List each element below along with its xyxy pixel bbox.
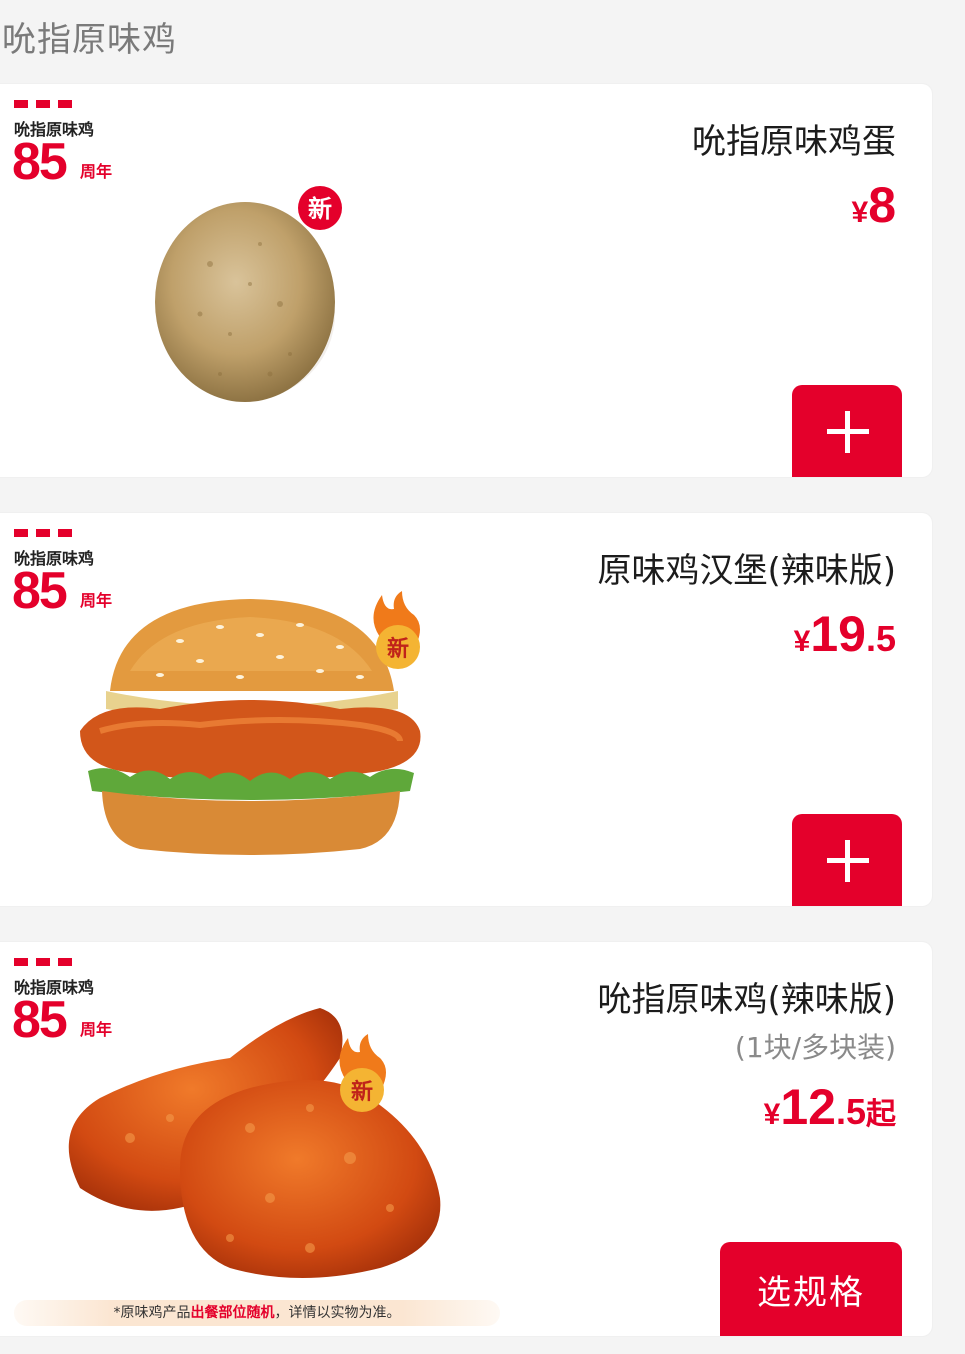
new-tag: 新 bbox=[308, 195, 332, 223]
add-to-cart-button[interactable] bbox=[792, 814, 902, 906]
disclaimer-note: *原味鸡产品出餐部位随机，详情以实物为准。 bbox=[14, 1300, 500, 1326]
product-price: ¥12.5起 bbox=[763, 1079, 896, 1135]
product-spec-note: (1块/多块装) bbox=[734, 1031, 896, 1064]
badge-stripes bbox=[14, 529, 74, 537]
product-image-burger: 新 bbox=[80, 591, 421, 855]
menu-page: 吮指原味鸡 吮指原味鸡 85 周年 新 吮指原味鸡蛋 ¥8 吮指原味鸡 85 周… bbox=[0, 0, 965, 1354]
product-name: 原味鸡汉堡(辣味版) bbox=[597, 551, 896, 591]
badge-stripes bbox=[14, 100, 74, 108]
product-image-egg: 新 bbox=[155, 186, 342, 402]
product-card[interactable]: 吮指原味鸡 85 周年 新 bbox=[0, 513, 932, 906]
product-name: 吮指原味鸡(辣味版) bbox=[597, 980, 896, 1020]
badge-number: 85 bbox=[12, 562, 68, 620]
product-card[interactable]: 吮指原味鸡 85 周年 新 bbox=[0, 942, 932, 1336]
new-tag: 新 bbox=[387, 636, 409, 662]
product-price: ¥19.5 bbox=[793, 606, 896, 662]
product-image-fried-chicken: 新 bbox=[68, 1008, 441, 1278]
section-title: 吮指原味鸡 bbox=[2, 20, 177, 60]
badge-number: 85 bbox=[12, 133, 68, 191]
product-card[interactable]: 吮指原味鸡 85 周年 新 吮指原味鸡蛋 ¥8 bbox=[0, 84, 932, 477]
anniversary-badge: 吮指原味鸡 85 周年 bbox=[12, 100, 134, 191]
product-name: 吮指原味鸡蛋 bbox=[692, 122, 896, 162]
add-to-cart-button[interactable] bbox=[792, 385, 902, 477]
new-tag: 新 bbox=[351, 1079, 373, 1105]
badge-suffix: 周年 bbox=[80, 162, 113, 181]
select-spec-button[interactable]: 选规格 bbox=[720, 1242, 902, 1336]
badge-stripes bbox=[14, 958, 74, 966]
product-price: ¥8 bbox=[851, 177, 897, 233]
